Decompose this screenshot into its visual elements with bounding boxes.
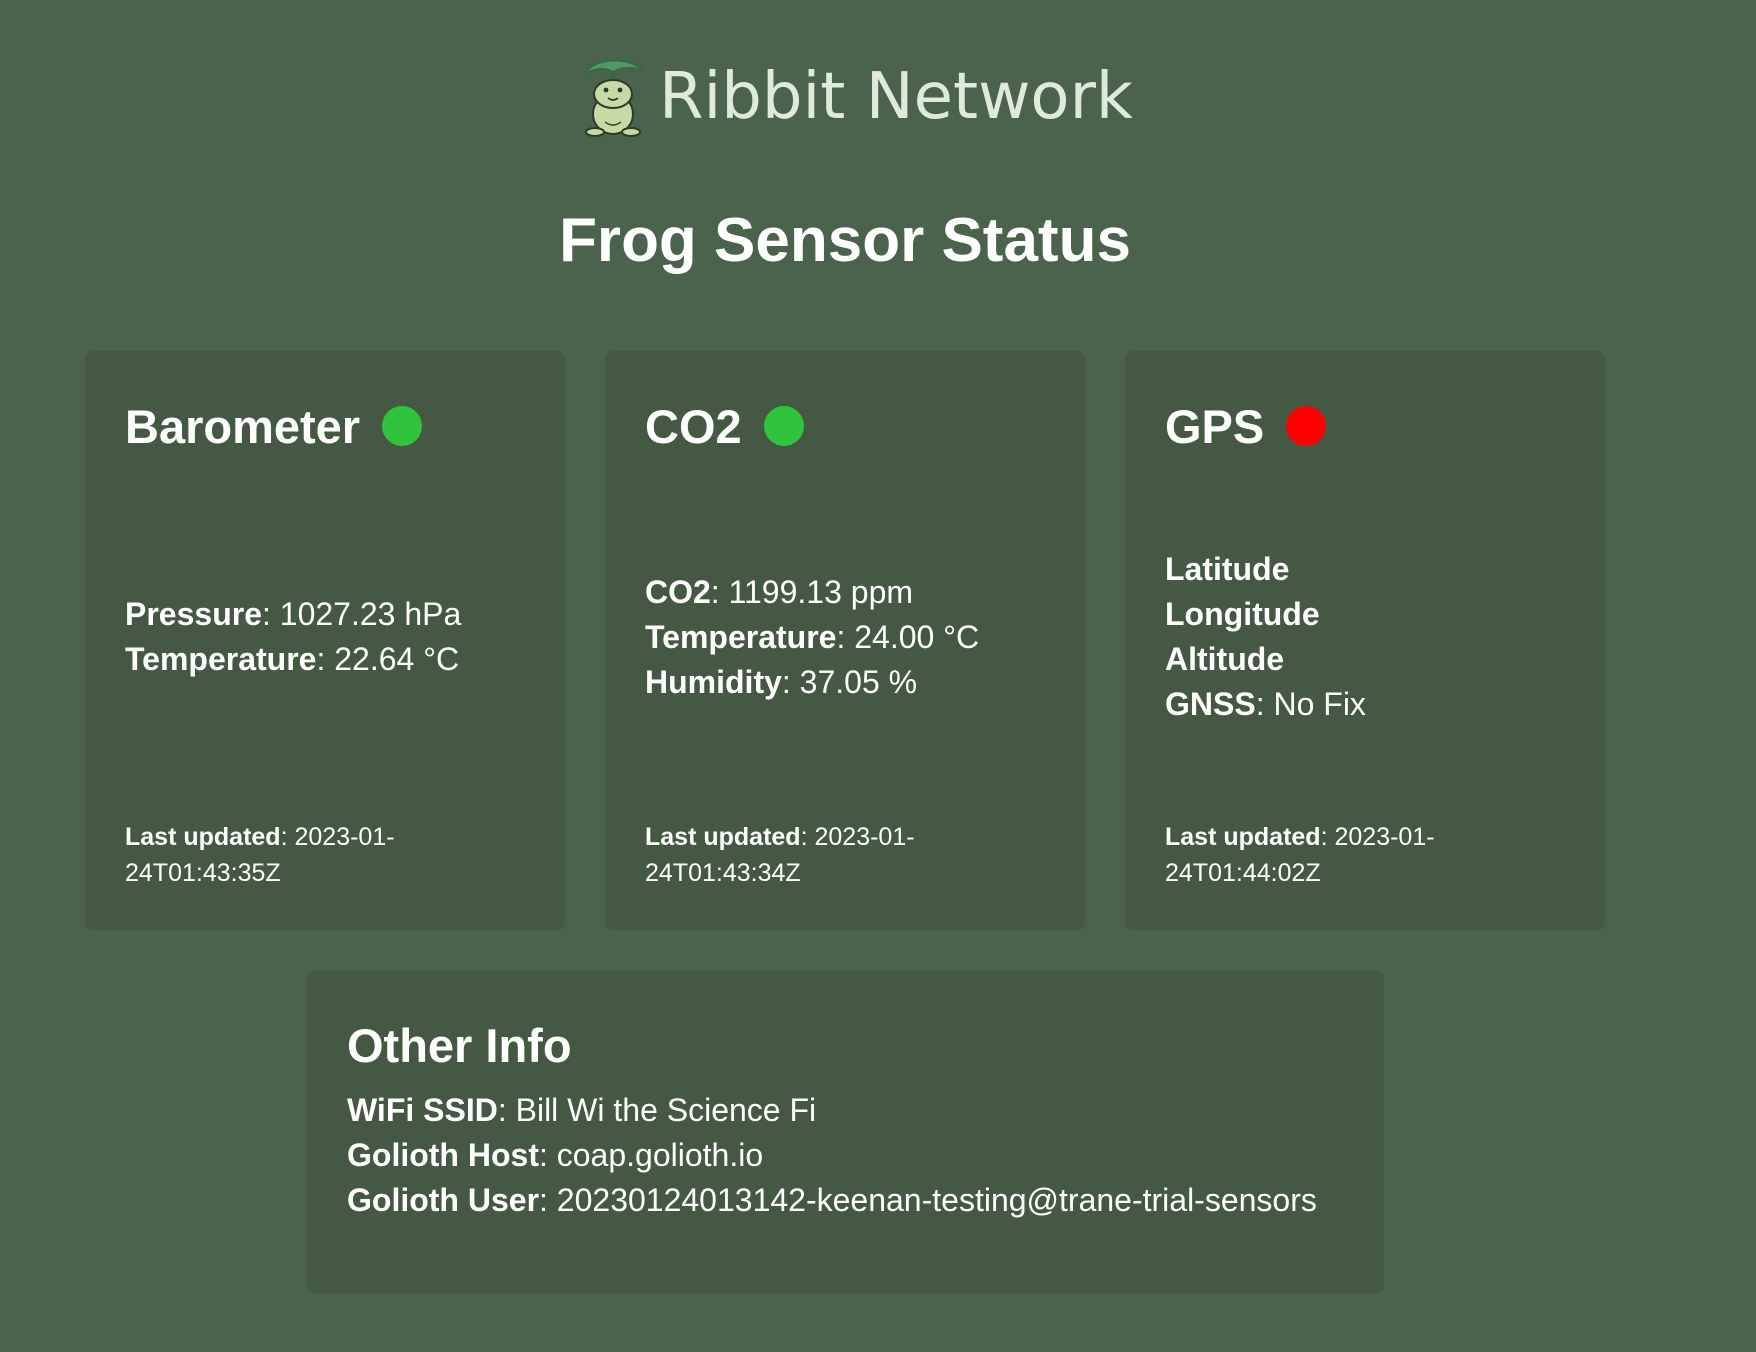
temperature-label: Temperature xyxy=(125,641,317,677)
altitude-reading: Altitude xyxy=(1165,637,1585,682)
golioth-host-value: coap.golioth.io xyxy=(556,1137,764,1173)
wifi-ssid-label: WiFi SSID xyxy=(347,1092,498,1128)
wifi-ssid-value: Bill Wi the Science Fi xyxy=(515,1092,817,1128)
co2-last-updated: Last updated: 2023-01- 24T01:43:34Z xyxy=(645,819,1005,891)
last-updated-value-part1: 2023-01- xyxy=(1334,823,1435,851)
barometer-readings: Pressure: 1027.23 hPa Temperature: 22.64… xyxy=(125,477,545,797)
temperature-reading: Temperature: 24.00 °C xyxy=(645,615,1065,660)
label-colon: : xyxy=(710,573,729,610)
label-colon: : xyxy=(538,1137,557,1173)
temperature-value: 24.00 °C xyxy=(854,618,980,655)
golioth-user-value: 20230124013142-keenan-testing@trane-tria… xyxy=(556,1182,1317,1218)
humidity-reading: Humidity: 37.05 % xyxy=(645,660,1065,705)
last-updated-label: Last updated xyxy=(645,823,801,851)
last-updated-value-part2: 24T01:44:02Z xyxy=(1165,859,1321,887)
frog-leaf-logo-icon xyxy=(584,59,644,137)
page-title: Frog Sensor Status xyxy=(559,206,1131,275)
last-updated-label: Last updated xyxy=(125,823,281,851)
last-updated-label: Last updated xyxy=(1165,823,1321,851)
altitude-label: Altitude xyxy=(1165,641,1285,677)
gps-readings: Latitude Longitude Altitude GNSS: No Fix xyxy=(1165,477,1585,797)
co2-status-indicator xyxy=(763,406,804,446)
gps-card-header: GPS xyxy=(1165,391,1327,461)
barometer-card: Barometer Pressure: 1027.23 hPa Temperat… xyxy=(85,351,565,930)
longitude-reading: Longitude xyxy=(1165,592,1585,637)
temperature-label: Temperature xyxy=(645,618,837,655)
gnss-value: No Fix xyxy=(1273,686,1366,722)
gnss-label: GNSS xyxy=(1165,686,1256,722)
label-colon: : xyxy=(316,641,335,677)
temperature-reading: Temperature: 22.64 °C xyxy=(125,637,545,682)
humidity-value: 37.05 % xyxy=(799,663,918,700)
gps-card: GPS Latitude Longitude Altitude GNSS: No… xyxy=(1125,351,1605,930)
co2-title: CO2 xyxy=(645,399,742,453)
golioth-host-label: Golioth Host xyxy=(347,1137,539,1173)
co2-card: CO2 CO2: 1199.13 ppm Temperature: 24.00 … xyxy=(605,351,1085,930)
label-colon: : xyxy=(1320,823,1335,851)
temperature-value: 22.64 °C xyxy=(334,641,460,677)
golioth-user-row: Golioth User: 20230124013142-keenan-test… xyxy=(347,1178,1317,1223)
barometer-status-indicator xyxy=(382,406,423,446)
last-updated-value-part2: 24T01:43:35Z xyxy=(125,859,281,887)
label-colon: : xyxy=(800,823,815,851)
golioth-host-row: Golioth Host: coap.golioth.io xyxy=(347,1133,1317,1178)
barometer-title: Barometer xyxy=(125,399,361,453)
brand-logo: Ribbit Network xyxy=(575,52,1133,142)
latitude-reading: Latitude xyxy=(1165,547,1585,592)
label-colon: : xyxy=(781,663,800,700)
last-updated-value-part1: 2023-01- xyxy=(294,823,395,851)
gps-status-indicator xyxy=(1286,406,1327,446)
barometer-last-updated: Last updated: 2023-01- 24T01:43:35Z xyxy=(125,819,485,891)
gnss-reading: GNSS: No Fix xyxy=(1165,682,1585,727)
co2-value: 1199.13 ppm xyxy=(728,573,914,610)
co2-reading: CO2: 1199.13 ppm xyxy=(645,570,1065,615)
other-info-card: Other Info WiFi SSID: Bill Wi the Scienc… xyxy=(307,971,1384,1293)
wifi-ssid-row: WiFi SSID: Bill Wi the Science Fi xyxy=(347,1088,1317,1133)
co2-label: CO2 xyxy=(645,573,711,610)
last-updated-value-part1: 2023-01- xyxy=(814,823,915,851)
pressure-reading: Pressure: 1027.23 hPa xyxy=(125,592,545,637)
label-colon: : xyxy=(539,1182,557,1218)
co2-readings: CO2: 1199.13 ppm Temperature: 24.00 °C H… xyxy=(645,477,1065,797)
label-colon: : xyxy=(836,618,855,655)
barometer-card-header: Barometer xyxy=(125,391,423,461)
golioth-user-label: Golioth User xyxy=(347,1182,540,1218)
other-info-list: WiFi SSID: Bill Wi the Science Fi Goliot… xyxy=(347,1088,1317,1223)
longitude-label: Longitude xyxy=(1165,596,1320,632)
label-colon: : xyxy=(1255,686,1274,722)
label-colon: : xyxy=(280,823,295,851)
gps-last-updated: Last updated: 2023-01- 24T01:44:02Z xyxy=(1165,819,1525,891)
latitude-label: Latitude xyxy=(1165,551,1290,587)
pressure-value: 1027.23 hPa xyxy=(279,596,462,632)
label-colon: : xyxy=(261,596,280,632)
co2-card-header: CO2 xyxy=(645,391,804,461)
humidity-label: Humidity xyxy=(645,663,782,700)
label-colon: : xyxy=(497,1092,516,1128)
other-info-title: Other Info xyxy=(347,1019,572,1072)
pressure-label: Pressure xyxy=(125,596,262,632)
gps-title: GPS xyxy=(1165,399,1265,453)
last-updated-value-part2: 24T01:43:34Z xyxy=(645,859,801,887)
brand-name: Ribbit Network xyxy=(659,60,1133,134)
